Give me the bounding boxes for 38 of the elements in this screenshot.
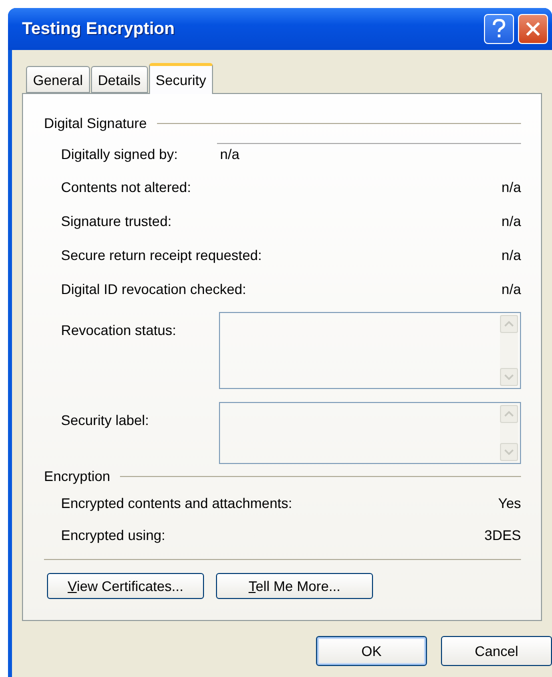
view-certificates-button[interactable]: View Certificates... — [47, 573, 204, 599]
tab[interactable]: Security — [148, 63, 214, 94]
field-value: n/a — [502, 213, 521, 229]
scrollbar[interactable] — [500, 315, 518, 386]
section-heading: Encryption — [44, 468, 110, 484]
tab[interactable]: General — [26, 66, 90, 93]
scroll-down-icon[interactable] — [504, 374, 514, 380]
close-icon — [525, 21, 541, 37]
field-value: Yes — [498, 495, 521, 511]
field-label: Security label: — [61, 411, 149, 428]
tab[interactable]: Details — [90, 66, 148, 93]
close-button[interactable] — [518, 14, 548, 44]
field-label: Secure return receipt requested: — [61, 247, 262, 263]
field-value: n/a — [502, 179, 521, 195]
section-heading: Digital Signature — [44, 115, 147, 131]
signer-field[interactable]: n/a — [217, 143, 521, 165]
help-button[interactable] — [484, 14, 514, 44]
field-value: 3DES — [484, 527, 521, 543]
field-label: Encrypted contents and attachments: — [61, 495, 292, 511]
field-label: Digitally signed by: — [61, 146, 178, 162]
field-label: Signature trusted: — [61, 213, 172, 229]
scroll-down-icon[interactable] — [504, 449, 514, 455]
field-value: n/a — [502, 247, 521, 263]
field-value: n/a — [502, 281, 521, 297]
text-area[interactable] — [219, 312, 521, 389]
text-area[interactable] — [219, 402, 521, 464]
scroll-up-icon[interactable] — [504, 411, 514, 417]
ok-button[interactable]: OK — [316, 636, 427, 666]
cancel-button[interactable]: Cancel — [441, 636, 552, 666]
field-label: Encrypted using: — [61, 527, 166, 543]
tell-me-more-button[interactable]: Tell Me More... — [216, 573, 373, 599]
scroll-up-icon[interactable] — [504, 321, 514, 327]
field-label: Digital ID revocation checked: — [61, 281, 246, 297]
scrollbar[interactable] — [500, 405, 518, 461]
field-label: Revocation status: — [61, 321, 176, 338]
window-title: Testing Encryption — [22, 19, 176, 39]
field-label: Contents not altered: — [61, 179, 191, 195]
help-icon — [492, 19, 506, 39]
